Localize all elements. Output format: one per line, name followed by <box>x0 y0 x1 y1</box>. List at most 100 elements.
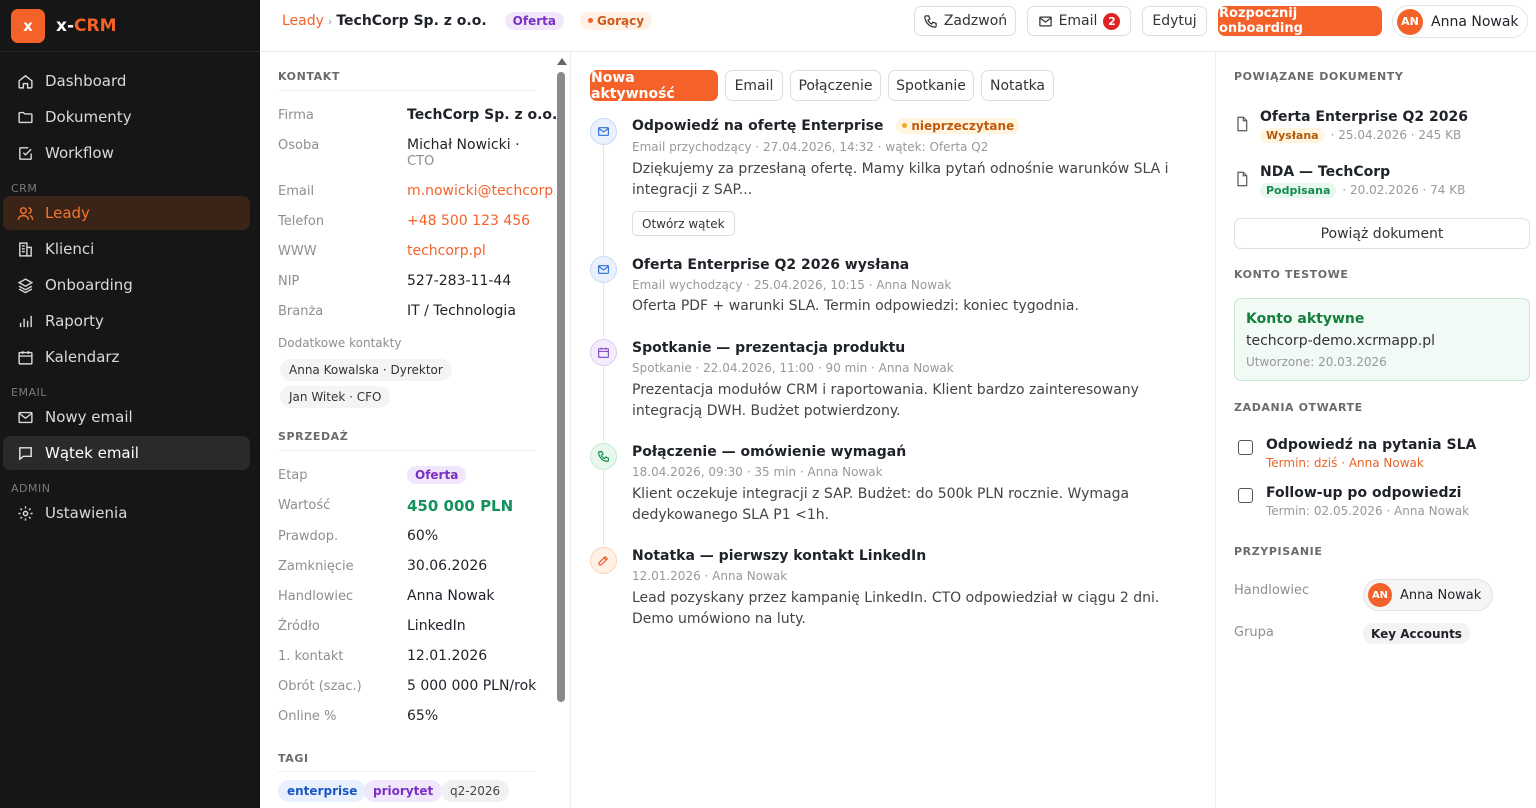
divider <box>278 450 536 451</box>
message-icon <box>15 443 35 463</box>
field-telefon: Telefon +48 500 123 456 <box>278 213 548 244</box>
assignment-section-title: PRZYPISANIE <box>1234 545 1323 558</box>
timeline-event-title[interactable]: Oferta Enterprise Q2 2026 wysłana <box>632 257 909 273</box>
users-icon <box>15 203 35 223</box>
task-checkbox[interactable] <box>1238 440 1253 455</box>
tab-email[interactable]: Email <box>725 70 783 101</box>
section-label-crm: CRM <box>11 182 38 195</box>
sidebar-item-leady[interactable]: Leady <box>3 196 250 230</box>
unread-dot <box>902 123 908 128</box>
tab-meeting[interactable]: Spotkanie <box>888 70 974 101</box>
field-value: Anna Nowak <box>407 588 495 604</box>
timeline-event-title[interactable]: Notatka — pierwszy kontakt LinkedIn <box>632 548 926 564</box>
event-title-text: Odpowiedź na ofertę Enterprise <box>632 118 884 134</box>
timeline-event-meta: Email przychodzący · 27.04.2026, 14:32 ·… <box>632 140 989 154</box>
field-value: TechCorp Sp. z o.o. <box>407 107 558 123</box>
field-www: WWW techcorp.pl <box>278 243 548 274</box>
tab-note[interactable]: Notatka <box>981 70 1054 101</box>
extra-contact-chip[interactable]: Jan Witek · CFO <box>280 386 391 408</box>
brand[interactable]: x x-CRM <box>0 0 260 52</box>
sidebar-item-dokumenty[interactable]: Dokumenty <box>3 100 250 134</box>
field-label: WWW <box>278 244 317 259</box>
document-item[interactable]: Oferta Enterprise Q2 2026 Wysłana · 25.04… <box>1234 109 1524 153</box>
sidebar-item-watek-email[interactable]: Wątek email <box>3 436 250 470</box>
documents-section-title: POWIĄZANE DOKUMENTY <box>1234 70 1404 83</box>
link-document-button[interactable]: Powiąż dokument <box>1234 218 1530 249</box>
timeline-event-meta: 18.04.2026, 09:30 · 35 min · Anna Nowak <box>632 465 883 479</box>
timeline-event-title[interactable]: Połączenie — omówienie wymagań <box>632 444 906 460</box>
breadcrumb-parent[interactable]: Leady <box>282 13 324 29</box>
open-thread-button[interactable]: Otwórz wątek <box>632 211 735 236</box>
email-button[interactable]: Email 2 <box>1027 6 1131 36</box>
field-zamkniecie: Zamknięcie 30.06.2026 <box>278 558 548 589</box>
test-account-domain[interactable]: techcorp-demo.xcrmapp.pl <box>1246 333 1435 349</box>
document-status-badge: Podpisana <box>1260 183 1337 198</box>
extra-contact-chip[interactable]: Anna Kowalska · Dyrektor <box>280 359 452 381</box>
mail-icon <box>590 256 617 283</box>
scrollbar[interactable] <box>556 58 567 808</box>
edit-button[interactable]: Edytuj <box>1142 6 1207 36</box>
sidebar-item-workflow[interactable]: Workflow <box>3 136 250 170</box>
tag-chip[interactable]: enterprise <box>278 780 367 802</box>
timeline-event-body: Prezentacja modułów CRM i raportowania. … <box>632 382 1139 419</box>
tab-new-activity[interactable]: Nowa aktywność <box>590 70 718 102</box>
tag-chip[interactable]: priorytet <box>364 780 443 802</box>
task-title[interactable]: Follow-up po odpowiedzi <box>1266 485 1461 501</box>
field-label: 1. kontakt <box>278 649 344 664</box>
divider <box>278 771 536 772</box>
document-status-badge: Wysłana <box>1260 128 1325 143</box>
tag-chip[interactable]: q2-2026 <box>441 780 510 802</box>
task-checkbox[interactable] <box>1238 488 1253 503</box>
email-link[interactable]: m.nowicki@techcorp.pl <box>407 183 555 199</box>
call-button[interactable]: Zadzwoń <box>914 6 1016 36</box>
app-name-suffix: CRM <box>74 15 117 36</box>
sidebar: x x-CRM Dashboard Dokumenty Workflow CRM… <box>0 0 260 808</box>
stage-badge: Oferta <box>504 12 564 30</box>
app-name: x-CRM <box>56 16 117 36</box>
field-value: 12.01.2026 <box>407 648 488 664</box>
field-label: Osoba <box>278 138 320 153</box>
heat-dot <box>587 18 593 23</box>
timeline-event-title[interactable]: Odpowiedź na ofertę Enterprise nieprzecz… <box>632 118 1021 134</box>
sidebar-item-kalendarz[interactable]: Kalendarz <box>3 340 250 374</box>
app-name-prefix: x- <box>56 15 75 36</box>
sidebar-item-onboarding[interactable]: Onboarding <box>3 268 250 302</box>
sidebar-item-klienci[interactable]: Klienci <box>3 232 250 266</box>
calendar-icon <box>590 339 617 366</box>
contact-person-role: CTO <box>407 154 435 169</box>
sidebar-item-nowy-email[interactable]: Nowy email <box>3 400 250 434</box>
sidebar-item-ustawienia[interactable]: Ustawienia <box>3 496 250 530</box>
tab-call[interactable]: Połączenie <box>790 70 881 101</box>
website-link[interactable]: techcorp.pl <box>407 243 486 259</box>
phone-link[interactable]: +48 500 123 456 <box>407 213 530 229</box>
assignment-label: Handlowiec <box>1234 583 1310 598</box>
field-nip: NIP 527-283-11-44 <box>278 273 548 304</box>
right-panel: POWIĄZANE DOKUMENTY Oferta Enterprise Q2… <box>1215 52 1536 808</box>
section-label-admin: ADMIN <box>11 482 51 495</box>
sidebar-nav: Dashboard Dokumenty Workflow CRM Leady K… <box>0 52 260 530</box>
group-chip[interactable]: Key Accounts <box>1363 623 1470 644</box>
document-item[interactable]: NDA — TechCorp Podpisana · 20.02.2026 · 7… <box>1234 164 1524 208</box>
assignee-name: Anna Nowak <box>1400 587 1482 603</box>
user-menu[interactable]: AN Anna Nowak <box>1392 5 1528 38</box>
field-label: Zamknięcie <box>278 559 354 574</box>
start-onboarding-button[interactable]: Rozpocznij onboarding <box>1218 6 1382 36</box>
phone-icon <box>924 14 937 28</box>
field-value: LinkedIn <box>407 618 466 634</box>
mail-icon <box>15 407 35 427</box>
calendar-icon <box>15 347 35 367</box>
unread-badge: nieprzeczytane <box>896 118 1021 134</box>
task-meta: Termin: dziś · Anna Nowak <box>1266 456 1424 470</box>
breadcrumb: Leady › TechCorp Sp. z o.o. Oferta Gorąc… <box>282 0 653 42</box>
sidebar-item-dashboard[interactable]: Dashboard <box>3 64 250 98</box>
assignee-chip[interactable]: AN Anna Nowak <box>1363 579 1494 611</box>
app-logo: x <box>11 8 45 43</box>
mail-icon <box>590 118 617 145</box>
scroll-up-arrow[interactable] <box>557 58 567 65</box>
timeline-event-title[interactable]: Spotkanie — prezentacja produktu <box>632 340 905 356</box>
activity-panel: Nowa aktywność Email Połączenie Spotkani… <box>572 52 1214 808</box>
sidebar-item-raporty[interactable]: Raporty <box>3 304 250 338</box>
scrollbar-thumb[interactable] <box>557 72 565 702</box>
call-button-label: Zadzwoń <box>943 13 1008 29</box>
task-title[interactable]: Odpowiedź na pytania SLA <box>1266 437 1476 453</box>
